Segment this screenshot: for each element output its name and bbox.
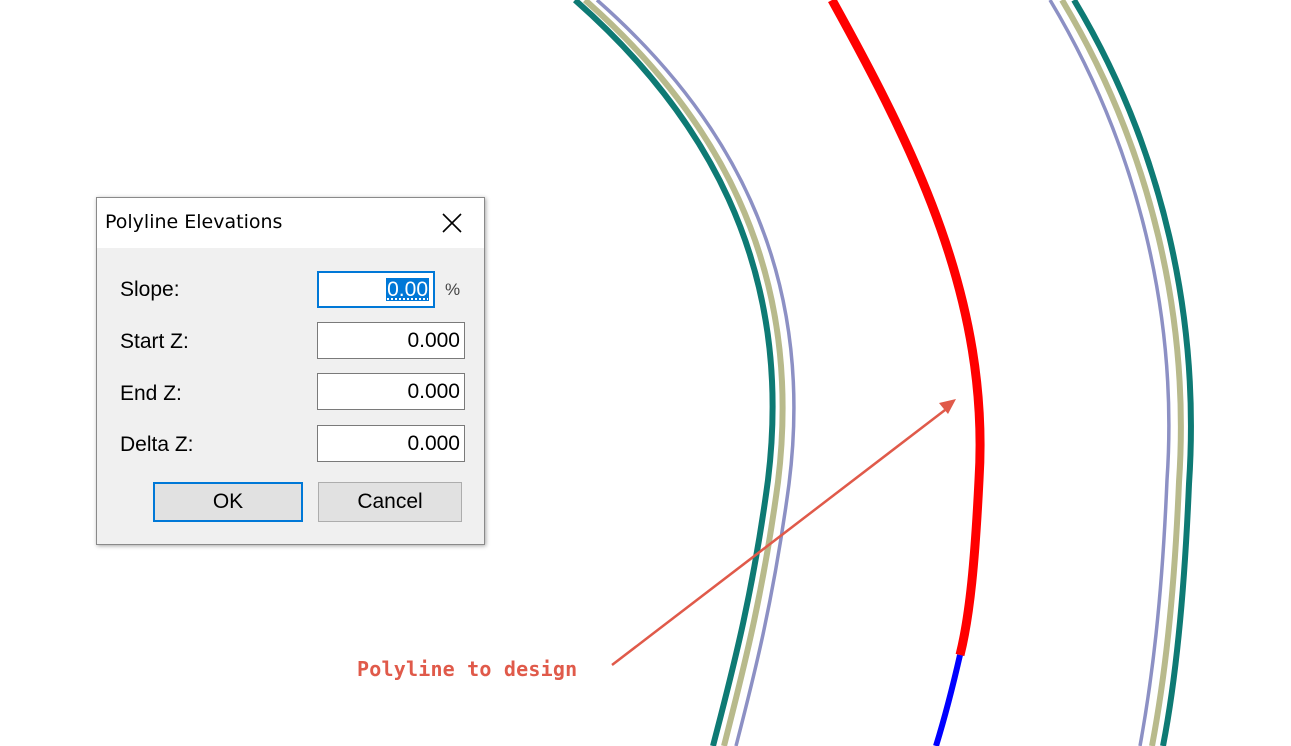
slope-input[interactable]: 0.00 (317, 271, 435, 308)
left-edge-teal-line (573, 0, 776, 746)
slope-value: 0.00 (386, 278, 429, 301)
left-edge-lavender-line (595, 0, 796, 746)
right-edge-lavender-line (1048, 0, 1171, 746)
polyline-elevations-dialog: Polyline Elevations Slope: 0.00 % Start … (96, 197, 485, 545)
left-edge-khaki-line (583, 0, 786, 746)
end-z-input[interactable]: 0.000 (317, 373, 465, 410)
close-icon (442, 213, 462, 233)
delta-z-label: Delta Z: (120, 433, 194, 456)
end-z-value: 0.000 (407, 380, 460, 403)
dialog-title-bar[interactable]: Polyline Elevations (97, 198, 484, 248)
end-z-label: End Z: (120, 382, 182, 405)
annotation-label: Polyline to design (357, 657, 578, 681)
start-z-value: 0.000 (407, 329, 460, 352)
slope-unit: % (445, 280, 461, 299)
right-edge-teal-line (1071, 0, 1194, 746)
start-z-input[interactable]: 0.000 (317, 322, 465, 359)
delta-z-value: 0.000 (407, 432, 460, 455)
polyline-segment-blue[interactable] (933, 654, 963, 746)
ok-button[interactable]: OK (153, 482, 303, 522)
right-edge-khaki-line (1059, 0, 1184, 746)
start-z-label: Start Z: (120, 330, 189, 353)
delta-z-input[interactable]: 0.000 (317, 425, 465, 462)
dialog-title: Polyline Elevations (105, 211, 283, 233)
cancel-button[interactable]: Cancel (318, 482, 462, 522)
design-polyline-red[interactable] (828, 0, 985, 657)
close-button[interactable] (420, 198, 484, 248)
slope-label: Slope: (120, 278, 180, 301)
